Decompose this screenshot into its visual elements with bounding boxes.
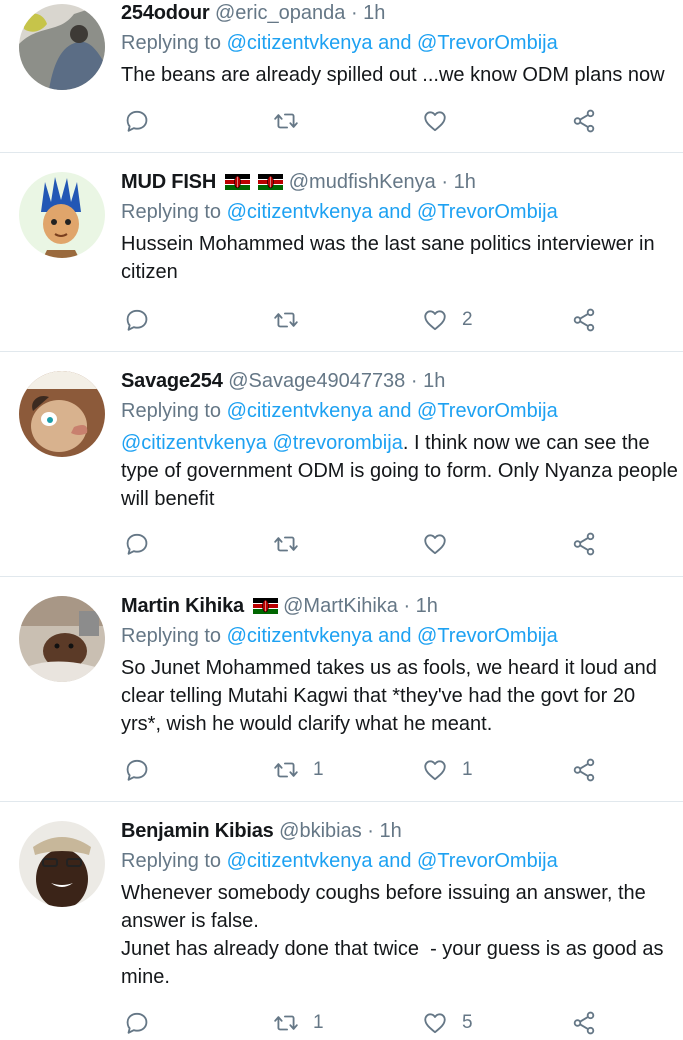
replying-to: Replying to @citizentvkenya and @TrevorO… bbox=[121, 847, 558, 875]
replying-prefix: Replying to bbox=[121, 625, 222, 647]
reply-button[interactable] bbox=[124, 106, 164, 136]
display-name[interactable]: 254odour bbox=[121, 2, 210, 24]
retweet-button[interactable] bbox=[273, 305, 313, 335]
replying-to: Replying to @citizentvkenya and @TrevorO… bbox=[121, 29, 558, 57]
tweet-text-container: @citizentvkenya @trevorombija. I think n… bbox=[121, 429, 678, 513]
avatar[interactable] bbox=[19, 596, 105, 682]
display-name[interactable]: Savage254 bbox=[121, 370, 223, 392]
like-button[interactable] bbox=[422, 529, 462, 559]
retweet-button[interactable] bbox=[273, 529, 313, 559]
timestamp: · 1h bbox=[441, 171, 476, 193]
kenya-flag-icon bbox=[258, 174, 283, 190]
replying-prefix: Replying to bbox=[121, 850, 222, 872]
avatar[interactable] bbox=[19, 821, 105, 907]
tweet-text: Whenever somebody coughs before issuing … bbox=[121, 882, 664, 988]
share-icon bbox=[571, 531, 597, 557]
reply-icon bbox=[124, 531, 150, 557]
username[interactable]: @eric_opanda bbox=[215, 2, 345, 24]
tweet[interactable]: Benjamin Kibias @bkibias · 1h Replying t… bbox=[0, 802, 683, 1040]
reply-button[interactable] bbox=[124, 305, 164, 335]
avatar[interactable] bbox=[19, 172, 105, 258]
share-button[interactable] bbox=[571, 106, 597, 136]
retweet-icon bbox=[273, 757, 299, 783]
retweet-icon bbox=[273, 531, 299, 557]
kenya-flag-icon bbox=[225, 174, 250, 190]
mention-links[interactable]: @citizentvkenya @trevorombija bbox=[121, 432, 403, 454]
retweet-button[interactable]: 1 bbox=[273, 1008, 324, 1038]
reply-button[interactable] bbox=[124, 1008, 164, 1038]
reply-button[interactable] bbox=[124, 529, 164, 559]
tweet-text: So Junet Mohammed takes us as fools, we … bbox=[121, 657, 657, 735]
tweet[interactable]: MUD FISH @mudfishKenya · 1h Replying to … bbox=[0, 153, 683, 352]
replying-to-link[interactable]: @citizentvkenya and @TrevorOmbija bbox=[227, 32, 558, 54]
tweet[interactable]: 254odour @eric_opanda · 1h Replying to @… bbox=[0, 0, 683, 153]
tweet-actions: 1 1 bbox=[0, 755, 683, 785]
like-button[interactable]: 2 bbox=[422, 305, 473, 335]
replying-prefix: Replying to bbox=[121, 32, 222, 54]
like-button[interactable]: 5 bbox=[422, 1008, 473, 1038]
replying-to-link[interactable]: @citizentvkenya and @TrevorOmbija bbox=[227, 625, 558, 647]
like-count: 1 bbox=[462, 759, 473, 780]
retweet-icon bbox=[273, 108, 299, 134]
reply-icon bbox=[124, 307, 150, 333]
timestamp: · 1h bbox=[350, 2, 386, 24]
tweet[interactable]: Martin Kihika @MartKihika · 1h Replying … bbox=[0, 577, 683, 802]
like-count: 5 bbox=[462, 1012, 473, 1033]
reply-icon bbox=[124, 757, 150, 783]
retweet-icon bbox=[273, 307, 299, 333]
replying-to: Replying to @citizentvkenya and @TrevorO… bbox=[121, 622, 558, 650]
share-icon bbox=[571, 757, 597, 783]
username[interactable]: @mudfishKenya bbox=[289, 171, 436, 193]
display-name[interactable]: Martin Kihika bbox=[121, 595, 244, 617]
share-button[interactable] bbox=[571, 529, 597, 559]
tweet-actions: 1 5 bbox=[0, 1008, 683, 1038]
like-count: 2 bbox=[462, 309, 473, 330]
replying-to: Replying to @citizentvkenya and @TrevorO… bbox=[121, 198, 558, 226]
replying-to: Replying to @citizentvkenya and @TrevorO… bbox=[121, 397, 558, 425]
heart-icon bbox=[422, 757, 448, 783]
retweet-count: 1 bbox=[313, 759, 324, 780]
username[interactable]: @Savage49047738 bbox=[228, 370, 405, 392]
tweet[interactable]: Savage254 @Savage49047738 · 1h Replying … bbox=[0, 352, 683, 577]
heart-icon bbox=[422, 531, 448, 557]
avatar[interactable] bbox=[19, 371, 105, 457]
reply-icon bbox=[124, 108, 150, 134]
tweet-actions bbox=[0, 106, 683, 136]
tweet-actions: 2 bbox=[0, 305, 683, 335]
replying-to-link[interactable]: @citizentvkenya and @TrevorOmbija bbox=[227, 400, 558, 422]
timestamp: · 1h bbox=[403, 595, 438, 617]
tweet-text: The beans are already spilled out ...we … bbox=[121, 64, 665, 86]
like-button[interactable]: 1 bbox=[422, 755, 473, 785]
retweet-count: 1 bbox=[313, 1012, 324, 1033]
display-name[interactable]: MUD FISH bbox=[121, 171, 216, 193]
heart-icon bbox=[422, 108, 448, 134]
like-button[interactable] bbox=[422, 106, 462, 136]
replying-to-link[interactable]: @citizentvkenya and @TrevorOmbija bbox=[227, 201, 558, 223]
share-button[interactable] bbox=[571, 305, 597, 335]
retweet-button[interactable]: 1 bbox=[273, 755, 324, 785]
reply-icon bbox=[124, 1010, 150, 1036]
timestamp: · 1h bbox=[367, 820, 402, 842]
heart-icon bbox=[422, 1010, 448, 1036]
share-button[interactable] bbox=[571, 755, 597, 785]
timestamp: · 1h bbox=[410, 370, 446, 392]
heart-icon bbox=[422, 307, 448, 333]
share-icon bbox=[571, 307, 597, 333]
tweet-actions bbox=[0, 529, 683, 559]
avatar[interactable] bbox=[19, 4, 105, 90]
retweet-icon bbox=[273, 1010, 299, 1036]
reply-button[interactable] bbox=[124, 755, 164, 785]
username[interactable]: @MartKihika bbox=[283, 595, 398, 617]
tweet-text: Hussein Mohammed was the last sane polit… bbox=[121, 233, 655, 283]
retweet-button[interactable] bbox=[273, 106, 313, 136]
share-button[interactable] bbox=[571, 1008, 597, 1038]
share-icon bbox=[571, 1010, 597, 1036]
username[interactable]: @bkibias bbox=[279, 820, 362, 842]
kenya-flag-icon bbox=[253, 598, 278, 614]
display-name[interactable]: Benjamin Kibias bbox=[121, 820, 274, 842]
replying-prefix: Replying to bbox=[121, 201, 222, 223]
replying-to-link[interactable]: @citizentvkenya and @TrevorOmbija bbox=[227, 850, 558, 872]
replying-prefix: Replying to bbox=[121, 400, 222, 422]
share-icon bbox=[571, 108, 597, 134]
